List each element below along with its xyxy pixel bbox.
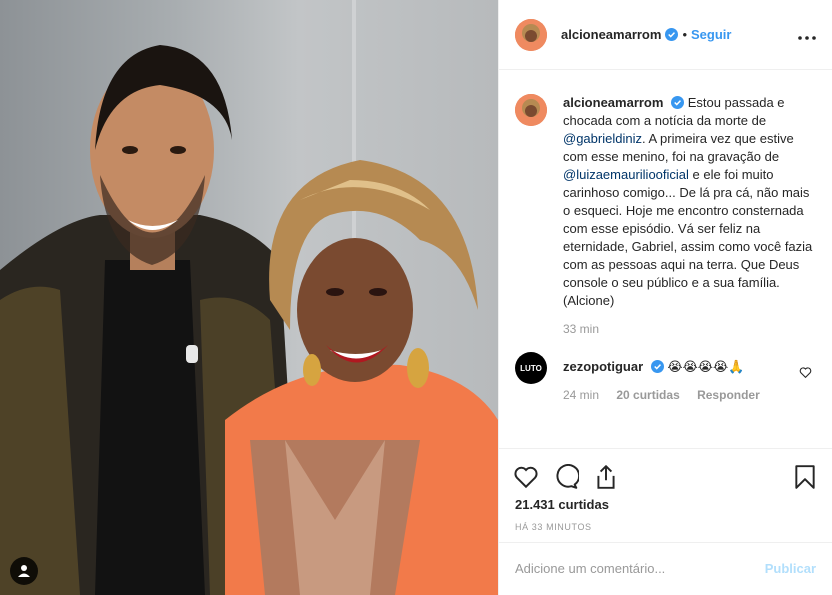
post-timestamp[interactable]: HÁ 33 MINUTOS <box>499 522 832 532</box>
comment-like-heart-icon[interactable] <box>799 366 812 379</box>
likes-count[interactable]: 21.431 curtidas <box>499 497 832 512</box>
comments-list[interactable]: alcioneamarrom Estou passada e chocada c… <box>499 70 832 448</box>
add-comment-bar: Publicar <box>499 542 832 594</box>
author-username[interactable]: alcioneamarrom <box>561 27 661 42</box>
instagram-post: alcioneamarrom • Seguir alcioneamarrom E… <box>0 0 832 595</box>
share-icon[interactable] <box>593 464 619 490</box>
avatar-image <box>515 18 547 51</box>
caption-text: alcioneamarrom Estou passada e chocada c… <box>563 94 816 310</box>
commenter-avatar[interactable]: LUTO <box>515 352 547 384</box>
post-sidebar: alcioneamarrom • Seguir alcioneamarrom E… <box>498 0 832 595</box>
follow-button[interactable]: Seguir <box>691 27 731 42</box>
comment-body: zezopotiguar 😭😭😭😭🙏 24 min 20 curtidas Re… <box>563 352 774 402</box>
comment-meta: 24 min 20 curtidas Responder <box>563 388 774 402</box>
separator-dot: • <box>682 27 687 42</box>
comment-timestamp[interactable]: 24 min <box>563 388 599 402</box>
caption-timestamp[interactable]: 33 min <box>563 322 816 336</box>
mention-link[interactable]: @gabrieldiniz <box>563 131 642 146</box>
verified-badge-icon <box>671 96 685 109</box>
comment-likes[interactable]: 20 curtidas <box>616 388 679 402</box>
comment-bubble-icon[interactable] <box>553 464 579 490</box>
mention-link[interactable]: @luizaemauriliooficial <box>563 167 689 182</box>
comment-input[interactable] <box>515 561 765 576</box>
comment-item: LUTO zezopotiguar 😭😭😭😭🙏 24 min 20 curtid <box>515 352 816 402</box>
publish-button[interactable]: Publicar <box>765 561 816 576</box>
caption-avatar[interactable] <box>515 94 547 126</box>
avatar-text: LUTO <box>520 363 542 373</box>
tagged-users-button[interactable] <box>10 557 38 585</box>
ellipsis-icon <box>798 36 816 40</box>
caption: alcioneamarrom Estou passada e chocada c… <box>515 94 816 310</box>
comment-line: zezopotiguar 😭😭😭😭🙏 <box>563 358 774 376</box>
comment-text: 😭😭😭😭🙏 <box>667 359 745 374</box>
post-photo[interactable] <box>0 0 498 595</box>
reply-button[interactable]: Responder <box>697 388 760 402</box>
photo-illustration <box>0 45 498 595</box>
action-icons <box>499 449 832 495</box>
person-icon <box>18 565 30 577</box>
like-heart-icon[interactable] <box>513 464 539 490</box>
more-options-icon[interactable] <box>798 24 816 45</box>
author-avatar[interactable] <box>515 18 547 51</box>
caption-part-3: e ele foi muito carinhoso comigo... De l… <box>563 167 813 308</box>
avatar-image <box>515 94 547 126</box>
verified-badge-icon <box>650 360 664 373</box>
bookmark-icon[interactable] <box>792 464 818 490</box>
verified-badge-icon <box>665 28 679 41</box>
post-actions: 21.431 curtidas HÁ 33 MINUTOS Publicar <box>499 448 832 594</box>
caption-username[interactable]: alcioneamarrom <box>563 95 663 110</box>
post-header: alcioneamarrom • Seguir <box>499 0 832 70</box>
commenter-username[interactable]: zezopotiguar <box>563 359 643 374</box>
